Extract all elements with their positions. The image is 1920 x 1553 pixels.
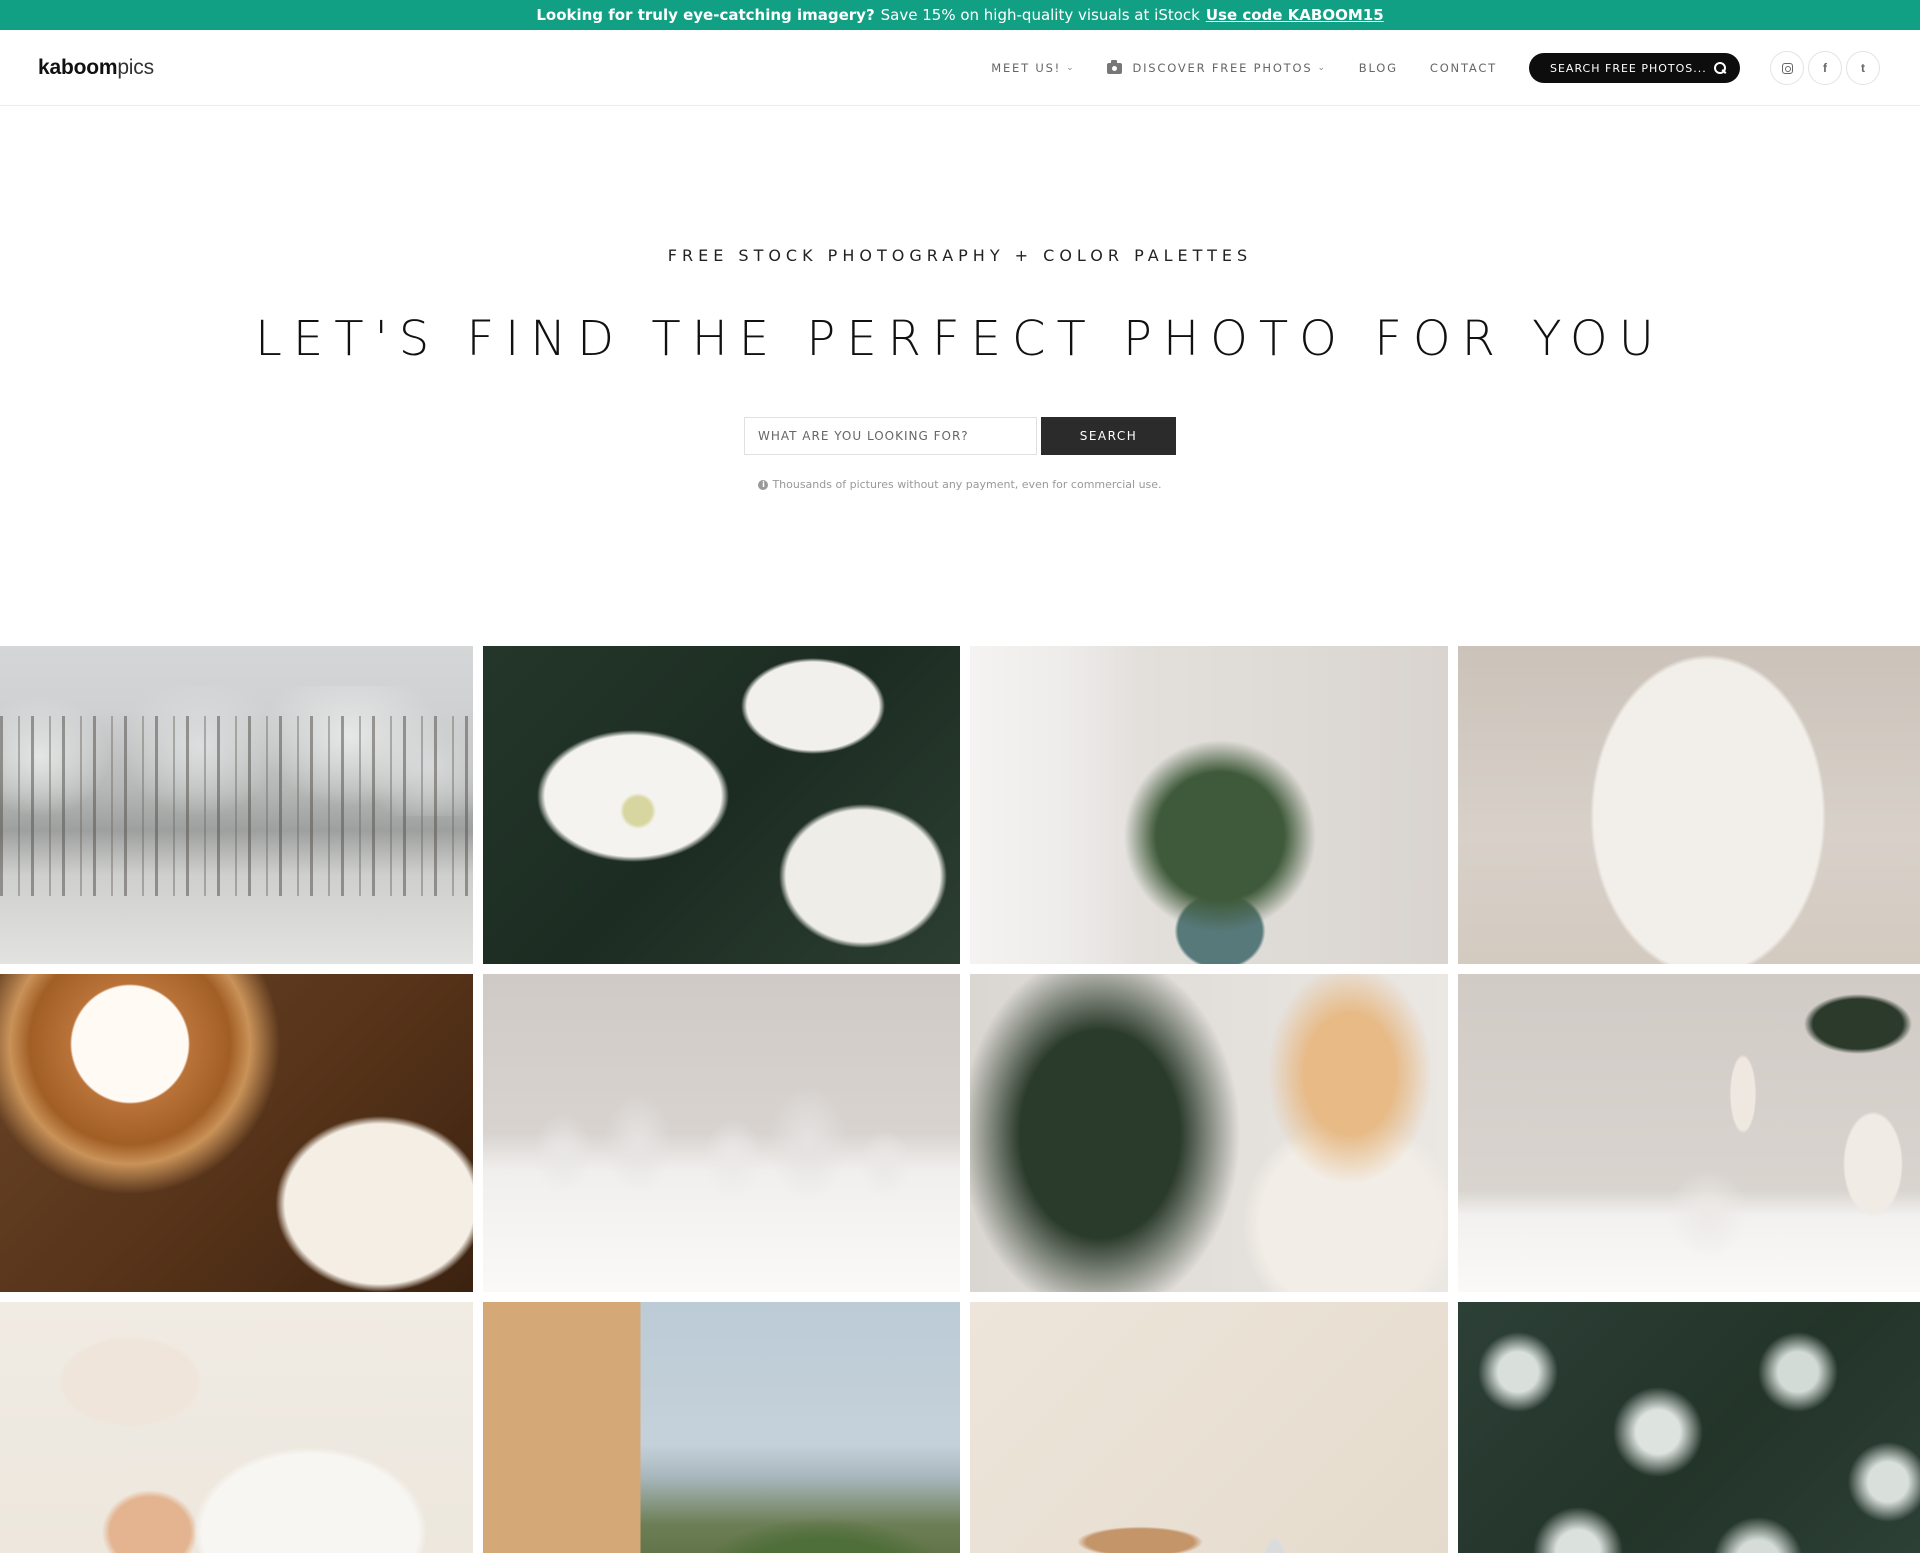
hero-section: FREE STOCK PHOTOGRAPHY + COLOR PALETTES … bbox=[0, 246, 1920, 491]
photo-woman-with-candle[interactable] bbox=[1458, 646, 1920, 964]
promo-text: Save 15% on high-quality visuals at iSto… bbox=[880, 6, 1200, 24]
photo-bundt-cake[interactable] bbox=[0, 974, 473, 1292]
chevron-down-icon: ⌄ bbox=[1317, 63, 1327, 73]
photo-person-reading-book[interactable] bbox=[0, 1302, 473, 1553]
photo-vase-with-ornament[interactable] bbox=[1458, 974, 1920, 1292]
search-input[interactable] bbox=[744, 417, 1037, 455]
instagram-button[interactable] bbox=[1770, 51, 1804, 85]
facebook-button[interactable]: f bbox=[1808, 51, 1842, 85]
twitter-button[interactable]: t bbox=[1846, 51, 1880, 85]
logo-light: pics bbox=[117, 55, 154, 79]
nav-contact[interactable]: CONTACT bbox=[1430, 61, 1497, 75]
hero-headline: LET'S FIND THE PERFECT PHOTO FOR YOU bbox=[255, 311, 1665, 367]
photo-glass-domes[interactable] bbox=[483, 974, 960, 1292]
facebook-icon: f bbox=[1823, 61, 1827, 75]
search-icon bbox=[1714, 62, 1726, 74]
camera-icon bbox=[1107, 59, 1123, 74]
photo-white-poinsettia[interactable] bbox=[483, 646, 960, 964]
nav-contact-label: CONTACT bbox=[1429, 61, 1497, 75]
photo-coastal-villa[interactable] bbox=[483, 1302, 960, 1553]
nav-blog-label: BLOG bbox=[1358, 61, 1398, 75]
photo-girl-decorating-tree[interactable] bbox=[970, 974, 1448, 1292]
nav-discover-photos[interactable]: DISCOVER FREE PHOTOS ⌄ bbox=[1107, 59, 1327, 75]
nav-blog[interactable]: BLOG bbox=[1359, 61, 1398, 75]
promo-code-link[interactable]: Use code KABOOM15 bbox=[1206, 6, 1384, 24]
site-header: kaboompics MEET US! ⌄ DISCOVER FREE PHOT… bbox=[0, 30, 1920, 106]
twitter-icon: t bbox=[1861, 61, 1865, 75]
hero-kicker: FREE STOCK PHOTOGRAPHY + COLOR PALETTES bbox=[667, 246, 1253, 265]
promo-headline: Looking for truly eye-catching imagery? bbox=[536, 6, 875, 24]
logo-bold: kaboom bbox=[38, 55, 118, 79]
main-nav: MEET US! ⌄ DISCOVER FREE PHOTOS ⌄ BLOG C… bbox=[991, 30, 1880, 106]
header-search-button[interactable]: SEARCH FREE PHOTOS... bbox=[1529, 53, 1740, 83]
header-search-label: SEARCH FREE PHOTOS... bbox=[1550, 61, 1707, 75]
photo-snowy-forest[interactable] bbox=[0, 646, 473, 964]
nav-meet-us-label: MEET US! bbox=[991, 61, 1062, 75]
social-links: f t bbox=[1770, 51, 1880, 85]
info-icon: i bbox=[758, 479, 769, 490]
search-button[interactable]: SEARCH bbox=[1041, 417, 1176, 455]
photo-frosted-leaves[interactable] bbox=[1458, 1302, 1920, 1553]
chevron-down-icon: ⌄ bbox=[1066, 63, 1076, 73]
promo-banner: Looking for truly eye-catching imagery? … bbox=[0, 0, 1920, 30]
photo-bamboo-toothbrush[interactable] bbox=[970, 1302, 1448, 1553]
hero-note: i Thousands of pictures without any paym… bbox=[0, 478, 1920, 491]
nav-discover-label: DISCOVER FREE PHOTOS bbox=[1132, 61, 1313, 75]
nav-meet-us[interactable]: MEET US! ⌄ bbox=[991, 61, 1075, 75]
instagram-icon bbox=[1781, 62, 1793, 74]
logo[interactable]: kaboompics bbox=[38, 56, 154, 80]
photo-christmas-bouquet[interactable] bbox=[970, 646, 1448, 964]
tree-trunks bbox=[0, 716, 473, 896]
photo-grid bbox=[0, 646, 1920, 1553]
hero-search: SEARCH bbox=[0, 417, 1920, 455]
hero-note-text: Thousands of pictures without any paymen… bbox=[772, 478, 1162, 491]
